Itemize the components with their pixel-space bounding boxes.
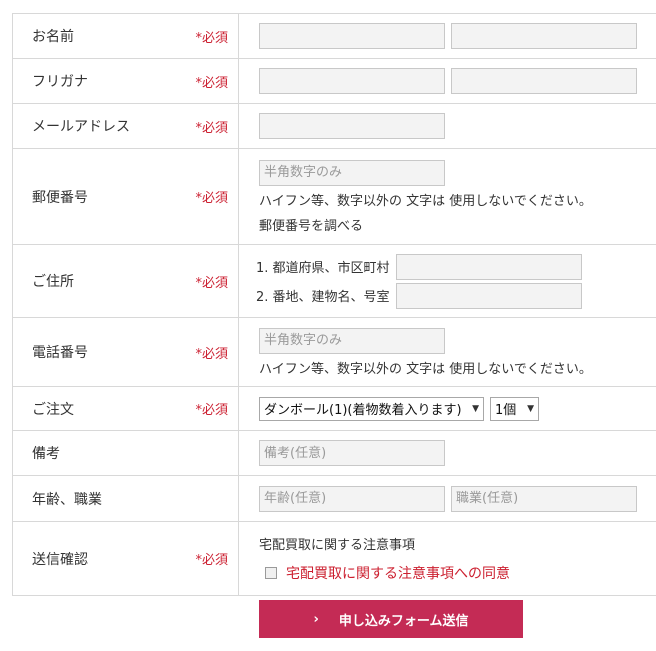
field-cell [239,104,656,148]
field-label-postal: 郵便番号 [32,189,88,206]
address-line2-input[interactable] [395,282,582,309]
field-label-confirm: 送信確認 [32,551,88,568]
consent-label[interactable]: 宅配買取に関する注意事項への同意 [286,563,510,583]
row-postal: 郵便番号 *必須 ハイフン等、数字以外の 文字は 使用しないでください。 郵便番… [13,149,656,245]
label-cell: 郵便番号 *必須 [13,149,239,244]
postal-note: ハイフン等、数字以外の 文字は 使用しないでください。 [259,193,592,209]
consent-checkbox[interactable] [265,567,277,579]
phone-note: ハイフン等、数字以外の 文字は 使用しないでください。 [259,361,592,377]
field-cell: ハイフン等、数字以外の 文字は 使用しないでください。 [239,318,656,386]
application-form: お名前 *必須 フリガナ *必須 メールアドレス *必須 郵便番号 *必須 半角… [12,13,656,596]
row-order: ご注文 *必須 ダンボール(1)(着物数着入ります) ▼ 1個 ▼ [13,387,656,431]
field-label-furigana: フリガナ [32,74,88,90]
label-cell: 年齢、職業 [13,476,239,521]
field-cell: ダンボール(1)(着物数着入ります) ▼ 1個 ▼ [239,387,656,430]
field-cell [239,14,656,58]
row-name: お名前 *必須 [13,14,656,59]
consent-row: 宅配買取に関する注意事項への同意 [265,563,656,583]
chevron-right-icon: › [313,611,319,627]
required-mark: *必須 [195,191,228,206]
quantity-select[interactable]: 1個 ▼ [490,396,539,421]
row-email: メールアドレス *必須 [13,104,656,149]
label-cell: ご住所 *必須 [13,245,239,317]
label-cell: お名前 *必須 [13,14,239,58]
field-cell: ハイフン等、数字以外の 文字は 使用しないでください。 郵便番号を調べる [239,149,656,244]
remarks-input[interactable] [259,440,445,466]
postal-lookup-link[interactable]: 郵便番号を調べる [259,215,656,234]
required-mark: *必須 [195,120,228,136]
label-cell: メールアドレス *必須 [13,104,239,148]
row-furigana: フリガナ *必須 [13,59,656,104]
label-cell: フリガナ *必須 [13,59,239,103]
row-confirm: 送信確認 *必須 宅配買取に関する注意事項 宅配買取に関する注意事項への同意 [13,522,656,596]
label-cell: ご注文 *必須 [13,387,239,430]
address-line2-label: 2. 番地、建物名、号室 [256,290,390,305]
email-input[interactable] [259,113,445,139]
row-address: ご住所 *必須 1. 都道府県、市区町村 2. 番地、建物名、号室 [13,245,656,318]
field-cell: 1. 都道府県、市区町村 2. 番地、建物名、号室 [239,245,656,317]
job-input[interactable] [451,485,637,512]
required-mark: *必須 [195,275,228,291]
address-line1-label: 1. 都道府県、市区町村 [256,261,390,276]
field-cell [239,431,656,475]
age-input[interactable] [259,485,445,512]
product-select[interactable]: ダンボール(1)(着物数着入ります) ▼ [259,396,484,421]
field-cell [239,59,656,103]
chevron-down-icon: ▼ [472,403,479,414]
postal-code-input[interactable] [259,159,445,186]
label-cell: 備考 [13,431,239,475]
field-label-email: メールアドレス [32,119,130,135]
quantity-select-value: 1個 [495,403,517,418]
field-cell [239,476,656,521]
field-label-order: ご注文 [32,401,74,418]
row-age-job: 年齢、職業 [13,476,656,522]
field-label-name: お名前 [32,29,74,45]
field-label-age-job: 年齢、職業 [32,491,102,508]
last-name-input[interactable] [259,23,445,49]
field-label-phone: 電話番号 [32,345,88,361]
row-remarks: 備考 [13,431,656,476]
required-mark: *必須 [195,553,228,568]
notice-title: 宅配買取に関する注意事項 [259,538,416,553]
label-cell: 送信確認 *必須 [13,522,239,595]
first-name-input[interactable] [451,23,637,49]
product-select-value: ダンボール(1)(着物数着入ります) [264,403,462,418]
field-label-remarks: 備考 [32,446,60,462]
chevron-down-icon: ▼ [527,403,534,414]
required-mark: *必須 [195,75,228,91]
field-label-address: ご住所 [32,274,74,290]
required-mark: *必須 [195,346,228,362]
submit-label: 申し込みフォーム送信 [338,613,469,629]
field-cell: 宅配買取に関する注意事項 宅配買取に関する注意事項への同意 [239,522,656,595]
required-mark: *必須 [195,403,228,418]
phone-input[interactable] [259,327,445,354]
submit-button[interactable]: › 申し込みフォーム送信 [259,600,523,638]
row-phone: 電話番号 *必須 ハイフン等、数字以外の 文字は 使用しないでください。 [13,318,656,387]
address-line1-input[interactable] [395,253,582,280]
label-cell: 電話番号 *必須 [13,318,239,386]
required-mark: *必須 [195,30,228,46]
last-name-kana-input[interactable] [259,68,445,94]
first-name-kana-input[interactable] [451,68,637,94]
